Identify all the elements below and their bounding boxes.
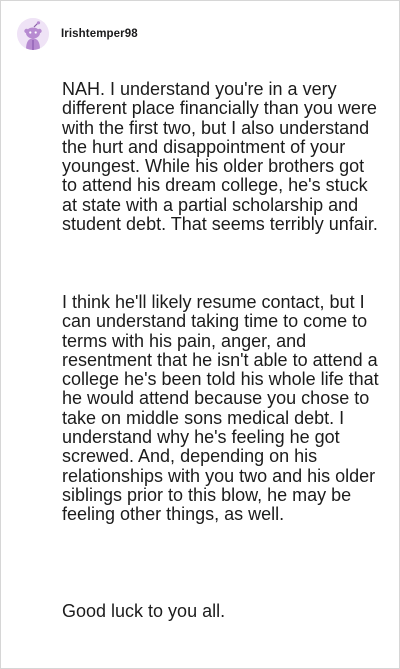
user-avatar[interactable] bbox=[17, 18, 49, 50]
comment-body: NAH. I understand you're in a very diffe… bbox=[62, 79, 380, 621]
comment-paragraph: NAH. I understand you're in a very diffe… bbox=[62, 79, 378, 235]
username[interactable]: Irishtemper98 bbox=[61, 28, 138, 40]
comment-card: Irishtemper98 NAH. I understand you're i… bbox=[0, 0, 400, 669]
snoo-avatar-icon bbox=[17, 18, 49, 50]
comment-paragraph: I think he'll likely resume contact, but… bbox=[62, 292, 379, 525]
comment-paragraph: Good luck to you all. bbox=[62, 601, 226, 621]
comment-header: Irishtemper98 bbox=[17, 17, 138, 51]
